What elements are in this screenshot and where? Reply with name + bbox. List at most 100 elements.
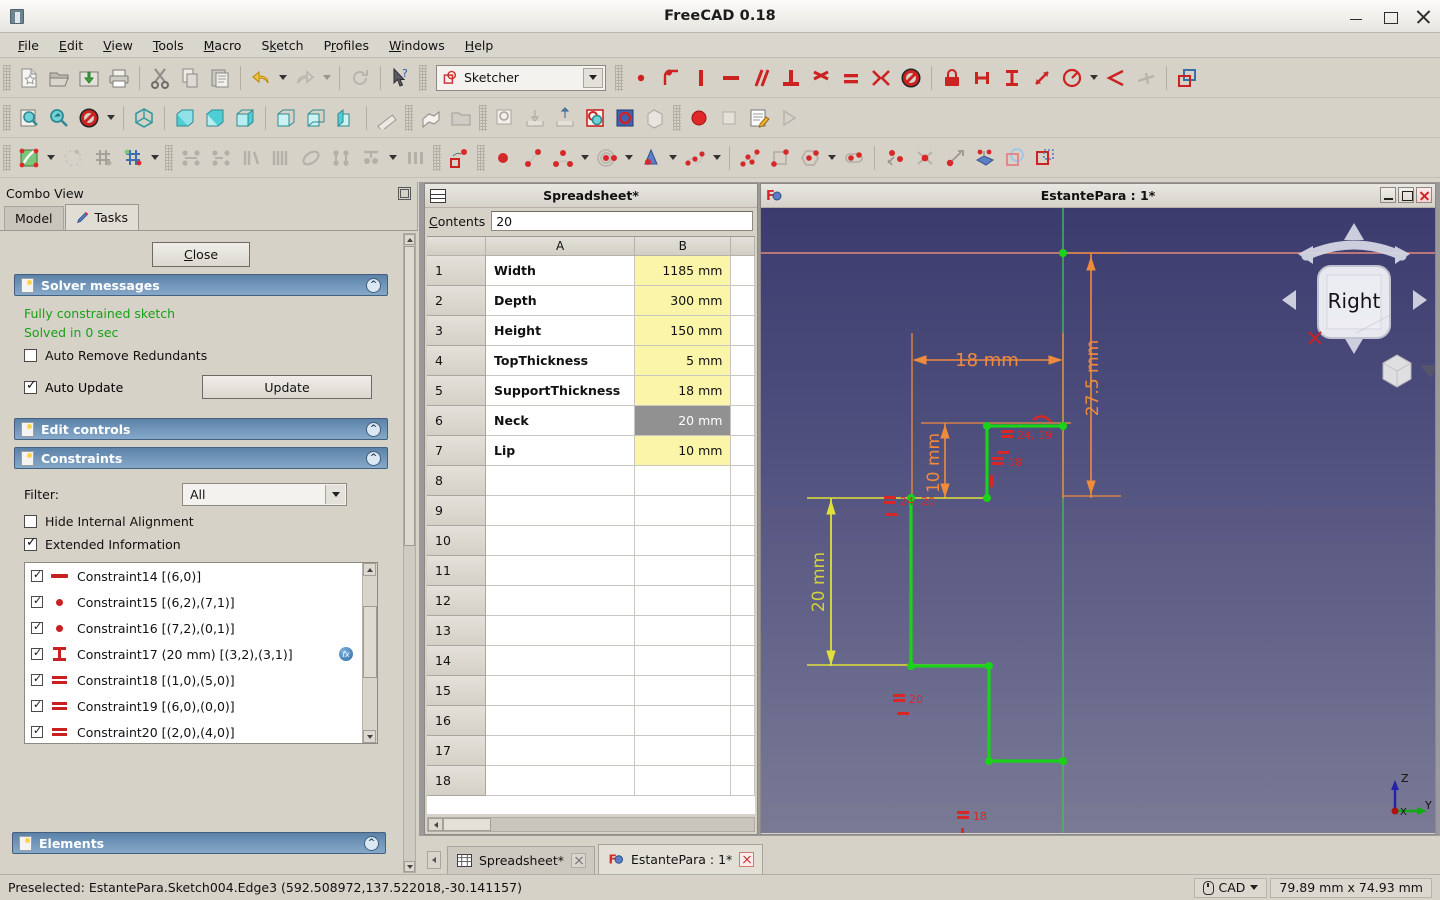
copy-icon[interactable] bbox=[175, 61, 205, 95]
chevron-up-icon[interactable]: ^ bbox=[366, 450, 381, 466]
cell-a[interactable]: Lip bbox=[486, 436, 636, 466]
row-header[interactable]: 14 bbox=[427, 646, 486, 676]
constraint-list-item[interactable]: Constraint20 [(2,0),(4,0)] bbox=[25, 719, 361, 743]
toggle-driving-constraint-icon[interactable] bbox=[1172, 61, 1202, 95]
cell-a[interactable] bbox=[486, 526, 636, 556]
column-header-b[interactable]: B bbox=[635, 237, 732, 256]
cell-b[interactable] bbox=[635, 556, 732, 586]
regular-polygon-icon[interactable] bbox=[795, 141, 825, 175]
fillet-icon[interactable] bbox=[880, 141, 910, 175]
circle-icon[interactable] bbox=[592, 141, 622, 175]
edit-controls-header[interactable]: Edit controls ^ bbox=[14, 418, 388, 440]
constraint-list-item[interactable]: Constraint18 [(1,0),(5,0)] bbox=[25, 667, 361, 693]
toolbar-grip[interactable] bbox=[405, 104, 413, 131]
hide-internal-alignment-checkbox[interactable] bbox=[24, 515, 37, 528]
cell-b[interactable] bbox=[635, 526, 732, 556]
row-header[interactable]: 10 bbox=[427, 526, 486, 556]
cell-c[interactable] bbox=[731, 706, 755, 736]
minimize-button[interactable] bbox=[1348, 9, 1364, 25]
cell-a[interactable] bbox=[486, 676, 636, 706]
row-header[interactable]: 17 bbox=[427, 736, 486, 766]
constrain-equal-icon[interactable] bbox=[836, 61, 866, 95]
connect-edges-icon[interactable] bbox=[176, 141, 206, 175]
constrain-horizontal-icon[interactable] bbox=[716, 61, 746, 95]
column-header-c[interactable] bbox=[731, 237, 755, 256]
cell-c[interactable] bbox=[731, 256, 755, 286]
select-redundant-icon[interactable] bbox=[266, 141, 296, 175]
cell-c[interactable] bbox=[731, 526, 755, 556]
restore-internal-geometry-icon[interactable] bbox=[326, 141, 356, 175]
constrain-perpendicular-icon[interactable] bbox=[776, 61, 806, 95]
close-icon[interactable] bbox=[739, 852, 755, 867]
row-header[interactable]: 2 bbox=[427, 286, 486, 316]
close-button[interactable] bbox=[1416, 9, 1432, 25]
cell-a[interactable] bbox=[486, 556, 636, 586]
scroll-down-arrow[interactable] bbox=[363, 730, 376, 743]
constraint-list-item[interactable]: Constraint17 (20 mm) [(3,2),(3,1)] fx bbox=[25, 641, 361, 667]
solver-messages-header[interactable]: Solver messages ^ bbox=[14, 274, 388, 296]
arc-icon[interactable] bbox=[548, 141, 578, 175]
cell-c[interactable] bbox=[731, 346, 755, 376]
cell-b[interactable]: 10 mm bbox=[635, 436, 732, 466]
external-geometry-icon[interactable] bbox=[970, 141, 1000, 175]
chevron-up-icon[interactable]: ^ bbox=[366, 277, 381, 293]
menu-windows[interactable]: Windows bbox=[379, 35, 455, 56]
clone-icon[interactable] bbox=[400, 141, 430, 175]
view3d-canvas[interactable]: 27.5 mm 18 mm 10 mm 20 mm 24, 19 18 20 1… bbox=[761, 208, 1435, 833]
cell-a[interactable] bbox=[486, 766, 636, 796]
workbench-dropdown-icon[interactable] bbox=[583, 67, 603, 88]
bspline-icon[interactable] bbox=[680, 141, 710, 175]
draw-style-dropdown-icon[interactable] bbox=[104, 101, 118, 135]
cell-c[interactable] bbox=[731, 766, 755, 796]
cut-icon[interactable] bbox=[145, 61, 175, 95]
cell-a[interactable] bbox=[486, 496, 636, 526]
constraint-checkbox[interactable] bbox=[31, 698, 43, 712]
constrain-symmetric-icon[interactable] bbox=[866, 61, 896, 95]
constrain-radius-icon[interactable] bbox=[1057, 61, 1087, 95]
minimize-button[interactable] bbox=[1380, 187, 1396, 203]
cell-a[interactable]: Width bbox=[486, 256, 636, 286]
carbon-copy-icon[interactable] bbox=[444, 141, 474, 175]
constraint-checkbox[interactable] bbox=[31, 724, 43, 738]
top-view-icon[interactable] bbox=[200, 101, 230, 135]
toolbar-grip[interactable] bbox=[477, 144, 485, 171]
slot-icon[interactable] bbox=[839, 141, 869, 175]
constrain-coincident-icon[interactable] bbox=[626, 61, 656, 95]
row-header[interactable]: 1 bbox=[427, 256, 486, 286]
fit-all-icon[interactable] bbox=[14, 101, 44, 135]
auto-update-checkbox[interactable] bbox=[24, 378, 37, 394]
arc-dropdown-icon[interactable] bbox=[578, 141, 592, 175]
mdi-tab-spreadsheet[interactable]: Spreadsheet* bbox=[447, 846, 595, 874]
export-icon[interactable] bbox=[550, 101, 580, 135]
cell-b[interactable] bbox=[635, 766, 732, 796]
row-header[interactable]: 8 bbox=[427, 466, 486, 496]
constraints-list[interactable]: Constraint14 [(6,0)] Constraint15 [(6,2),… bbox=[24, 562, 378, 744]
cell-c[interactable] bbox=[731, 676, 755, 706]
auto-remove-redundants-row[interactable]: Auto Remove Redundants bbox=[24, 348, 384, 363]
cell-c[interactable] bbox=[731, 616, 755, 646]
navigation-style-cell[interactable]: CAD bbox=[1193, 877, 1268, 898]
toolbar-grip[interactable] bbox=[3, 144, 11, 171]
chevron-down-icon[interactable] bbox=[1250, 885, 1259, 890]
row-header[interactable]: 15 bbox=[427, 676, 486, 706]
edit-sketch-icon[interactable] bbox=[14, 141, 44, 175]
mirror-dropdown-icon[interactable] bbox=[148, 141, 162, 175]
combo-view-scrollbar[interactable] bbox=[403, 233, 416, 873]
mdi-tabs-scroll-left[interactable] bbox=[427, 851, 441, 869]
cell-c[interactable] bbox=[731, 736, 755, 766]
row-header[interactable]: 7 bbox=[427, 436, 486, 466]
bspline-dropdown-icon[interactable] bbox=[710, 141, 724, 175]
extend-icon[interactable] bbox=[940, 141, 970, 175]
bottom-view-icon[interactable] bbox=[301, 101, 331, 135]
new-document-icon[interactable] bbox=[14, 61, 44, 95]
cell-b[interactable] bbox=[635, 706, 732, 736]
hscrollbar-thumb[interactable] bbox=[443, 818, 491, 831]
point-icon[interactable] bbox=[488, 141, 518, 175]
scroll-up-arrow[interactable] bbox=[404, 234, 415, 245]
folder-icon[interactable] bbox=[446, 101, 476, 135]
menu-edit[interactable]: Edit bbox=[49, 35, 93, 56]
maximize-button[interactable] bbox=[1398, 187, 1414, 203]
column-header-a[interactable]: A bbox=[485, 237, 636, 256]
row-header[interactable]: 11 bbox=[427, 556, 486, 586]
menu-profiles[interactable]: Profiles bbox=[314, 35, 379, 56]
